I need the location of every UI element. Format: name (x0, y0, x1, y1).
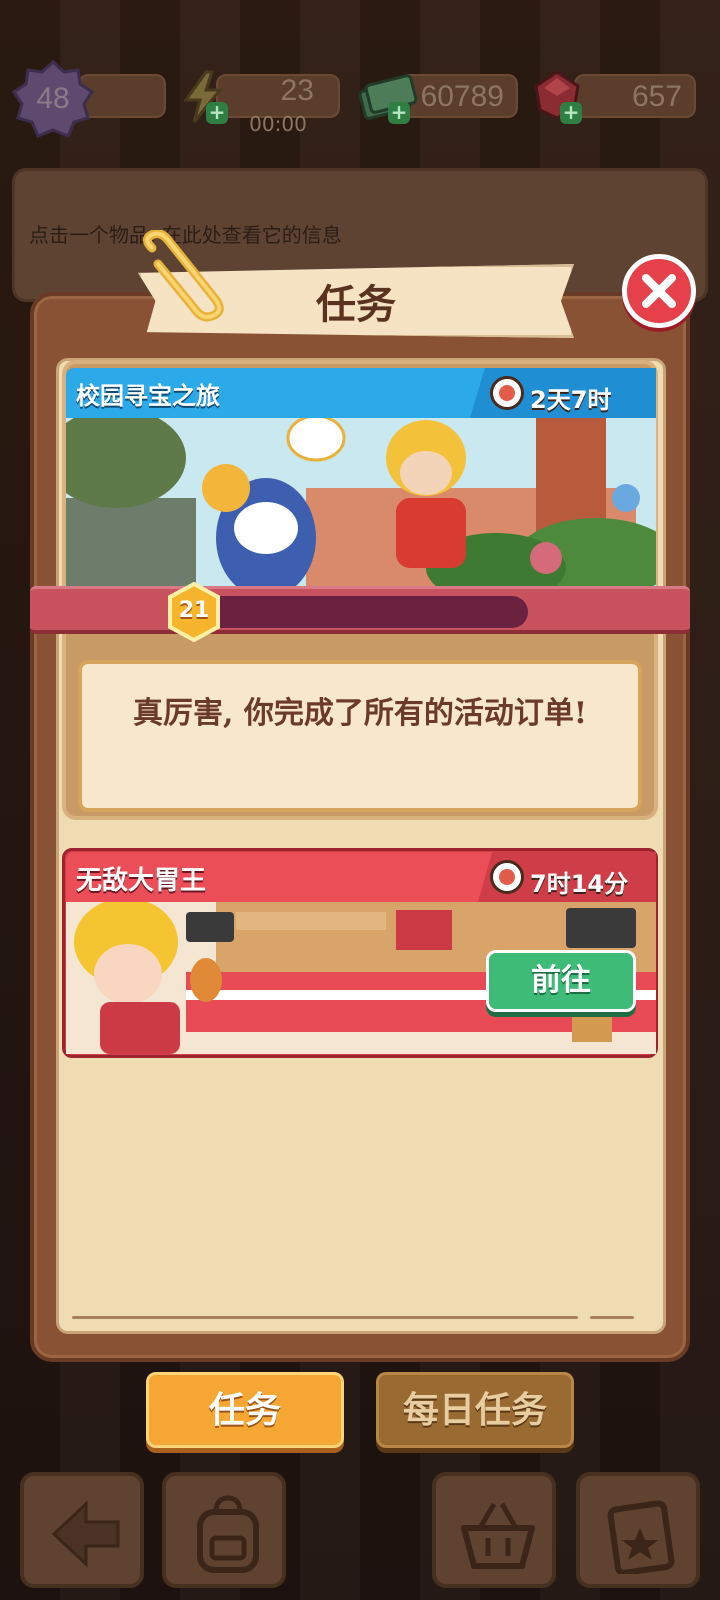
event-complete-message-box (78, 660, 642, 812)
shop-button[interactable] (432, 1472, 556, 1588)
resource-bar: 23 00:00 60789 657 + + + (0, 62, 720, 136)
player-level: 48 (36, 82, 70, 115)
event-illustration-treasure[interactable] (66, 418, 656, 586)
add-energy-button[interactable]: + (206, 102, 228, 124)
gem-counter[interactable]: 657 (574, 74, 696, 118)
list-divider (72, 1316, 578, 1319)
close-icon (642, 274, 676, 308)
list-divider (590, 1316, 634, 1319)
clock-icon (490, 376, 524, 410)
treasure-scene-image (66, 418, 656, 586)
paperclip-icon (143, 230, 224, 322)
clock-icon (490, 860, 524, 894)
gem-value: 657 (631, 80, 682, 113)
close-button[interactable] (622, 254, 696, 328)
player-level-badge[interactable]: 48 (11, 58, 95, 140)
tab-daily-tasks[interactable]: 每日任务 (376, 1372, 574, 1448)
energy-value: 23 (280, 74, 314, 107)
event-progress-bar (188, 596, 528, 628)
event-progress-level: 21 (178, 598, 210, 623)
back-button[interactable] (20, 1472, 144, 1588)
basket-icon (461, 1502, 535, 1569)
event-title: 校园寻宝之旅 (76, 381, 220, 410)
tab-tasks[interactable]: 任务 (146, 1372, 344, 1448)
tasks-button[interactable] (576, 1472, 700, 1588)
add-cash-button[interactable]: + (388, 102, 410, 124)
event-complete-message: 真厉害, 你完成了所有的活动订单! (132, 696, 588, 731)
event-timer: 7时14分 (530, 870, 629, 898)
backpack-icon (197, 1495, 259, 1573)
event-title: 无敌大胃王 (76, 866, 207, 896)
energy-timer: 00:00 (249, 112, 307, 136)
task-board-icon (607, 1500, 675, 1574)
add-gem-button[interactable]: + (560, 102, 582, 124)
go-button[interactable]: 前往 (486, 950, 636, 1012)
back-arrow-icon (51, 1500, 120, 1568)
energy-counter[interactable]: 23 00:00 (216, 74, 340, 136)
event-timer: 2天7时 (530, 386, 612, 414)
backpack-button[interactable] (162, 1472, 286, 1588)
cash-value: 60789 (420, 80, 504, 113)
